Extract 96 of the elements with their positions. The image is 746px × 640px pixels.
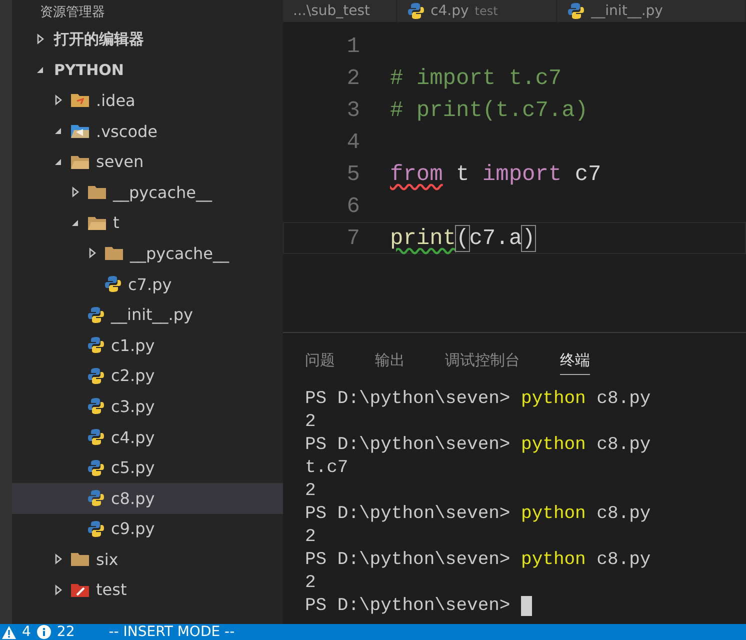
code-line: print(c7.a)	[390, 226, 536, 250]
folder-icon	[87, 184, 107, 200]
open-folder-icon	[87, 214, 107, 231]
python-file-icon	[104, 275, 122, 294]
terminal-output: 2	[305, 572, 317, 594]
item-label: c2.py	[111, 366, 155, 386]
file-tree-item[interactable]: c3.py	[12, 391, 283, 422]
python-file-icon	[87, 336, 105, 354]
item-label: six	[96, 550, 118, 569]
item-label: test	[96, 580, 127, 600]
panel-tab[interactable]: 输出	[375, 347, 405, 375]
terminal-output: t.c7	[305, 456, 350, 479]
terminal-output: 2	[305, 526, 317, 548]
file-tree-item[interactable]: c2.py	[12, 360, 283, 392]
section-label: PYTHON	[54, 60, 124, 79]
item-label: .vscode	[96, 122, 158, 141]
tab-description: test	[474, 4, 498, 18]
vscode-folder-icon	[70, 123, 90, 140]
editor-tab[interactable]: ...\sub_test	[283, 0, 397, 22]
python-file-icon	[87, 489, 105, 508]
python-file-icon	[87, 366, 105, 385]
item-label: seven	[96, 152, 144, 172]
line-number: 3	[346, 98, 361, 122]
line-number: 7	[346, 226, 361, 250]
python-file-icon	[87, 458, 105, 477]
python-file-icon	[87, 397, 105, 416]
item-label: .idea	[96, 90, 136, 110]
line-number: 6	[346, 194, 361, 218]
idea-folder-icon	[70, 92, 90, 108]
line-number: 4	[346, 130, 361, 154]
line-number: 5	[346, 162, 361, 186]
item-label: c1.py	[111, 336, 155, 355]
panel-tab[interactable]: 终端	[560, 347, 590, 375]
terminal-output: 2	[305, 410, 317, 433]
editor-tab[interactable]: c4.py test	[396, 0, 558, 22]
terminal-command-line: PS D:\python\seven> python c8.py	[305, 548, 652, 571]
section-header[interactable]: 打开的编辑器	[12, 24, 283, 55]
folder-tree-item[interactable]: six	[12, 544, 283, 575]
tab-label: __init__.py	[591, 3, 663, 19]
item-label: c4.py	[111, 428, 155, 447]
line-number: 1	[346, 34, 361, 58]
folder-tree-item[interactable]: test	[12, 574, 283, 606]
file-tree-item[interactable]: c7.py	[12, 268, 283, 300]
terminal-command-line: PS D:\python\seven> python c8.py	[305, 502, 652, 525]
file-tree-item[interactable]: c4.py	[12, 422, 283, 452]
file-tree-item[interactable]: __init__.py	[12, 299, 283, 330]
code-line: # import t.c7	[390, 66, 562, 90]
file-tree-item[interactable]: c8.py	[12, 482, 283, 514]
item-label: __pycache__	[113, 182, 212, 202]
python-file-icon	[87, 306, 105, 324]
folder-tree-item[interactable]: .idea	[12, 85, 283, 116]
panel-tab[interactable]: 问题	[305, 347, 335, 375]
panel-tab[interactable]: 调试控制台	[445, 347, 520, 375]
test-folder-icon	[70, 582, 90, 598]
terminal-command-line: PS D:\python\seven> python c8.py	[305, 434, 652, 456]
item-label: c7.py	[128, 274, 172, 294]
file-tree-item[interactable]: c1.py	[12, 330, 283, 361]
folder-tree-item[interactable]: t	[12, 208, 283, 238]
warning-count[interactable]: 4	[22, 624, 31, 640]
editor-tab[interactable]: __init__.py	[557, 0, 746, 22]
tab-label: ...\sub_test	[293, 3, 370, 19]
folder-icon	[104, 245, 124, 262]
item-label: c3.py	[111, 396, 155, 416]
info-icon[interactable]	[36, 625, 51, 639]
folder-tree-item[interactable]: .vscode	[12, 116, 283, 146]
explorer-title: 资源管理器	[39, 4, 106, 22]
folder-tree-item[interactable]: __pycache__	[12, 238, 283, 269]
python-file-icon	[406, 2, 425, 20]
folder-tree-item[interactable]: seven	[12, 146, 283, 177]
warning-icon[interactable]	[2, 626, 16, 638]
python-file-icon	[87, 428, 105, 446]
python-file-icon	[567, 2, 586, 20]
section-header[interactable]: PYTHON	[12, 54, 283, 86]
item-label: __init__.py	[111, 305, 194, 324]
item-label: c9.py	[111, 519, 155, 538]
folder-icon	[70, 551, 90, 568]
editor-mode: -- INSERT MODE --	[108, 624, 235, 640]
terminal-command-line: PS D:\python\seven> python c8.py	[305, 388, 652, 410]
line-number: 2	[346, 66, 361, 90]
terminal-prompt: PS D:\python\seven>	[305, 596, 510, 616]
item-label: t	[113, 213, 120, 232]
item-label: c5.py	[111, 458, 155, 478]
terminal-cursor	[521, 596, 532, 616]
item-label: __pycache__	[130, 244, 230, 263]
code-line: from t import c7	[390, 162, 602, 186]
python-file-icon	[87, 520, 105, 538]
folder-tree-item[interactable]: __pycache__	[12, 176, 283, 208]
terminal-output: 2	[305, 480, 317, 502]
item-label: c8.py	[111, 488, 155, 508]
open-folder-icon	[70, 154, 90, 170]
tab-label: c4.py	[430, 3, 469, 19]
info-count[interactable]: 22	[56, 624, 75, 640]
code-line: # print(t.c7.a)	[390, 98, 588, 122]
file-tree-item[interactable]: c9.py	[12, 514, 283, 544]
file-tree-item[interactable]: c5.py	[12, 452, 283, 483]
section-label: 打开的编辑器	[54, 30, 144, 49]
